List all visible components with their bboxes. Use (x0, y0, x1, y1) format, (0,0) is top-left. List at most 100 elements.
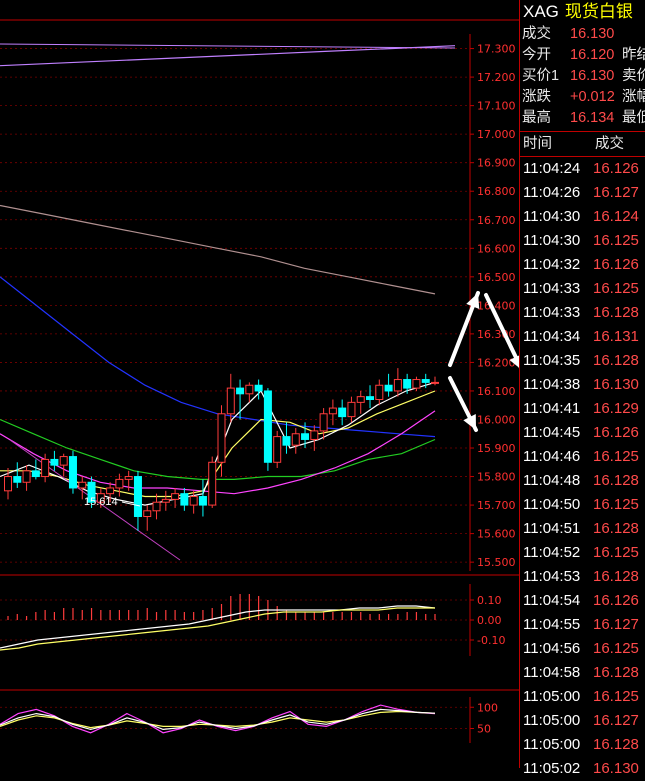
trade-price: 16.127 (593, 712, 639, 729)
trade-price: 16.125 (593, 232, 639, 249)
y-tick-label: 16.700 (477, 214, 516, 227)
candle-body (393, 379, 402, 392)
trade-row: 11:04:32 16.126 (520, 253, 645, 277)
trade-row: 11:04:33 16.128 (520, 301, 645, 325)
candle-body (263, 390, 272, 463)
trade-time: 11:04:55 (523, 616, 581, 633)
candle-body (421, 379, 430, 383)
trade-row: 11:04:41 16.129 (520, 397, 645, 421)
trade-price: 16.125 (593, 448, 639, 465)
quote-extra-label: 涨幅 (622, 89, 645, 105)
trade-price: 16.128 (593, 568, 639, 585)
trades-header-time: 时间 (523, 136, 552, 152)
trade-price: 16.126 (593, 424, 639, 441)
trade-time: 11:04:56 (523, 640, 581, 657)
trade-price: 16.126 (593, 592, 639, 609)
y-tick-label: 0.10 (477, 594, 502, 607)
quote-row: 成交 16.130 (520, 24, 645, 45)
instrument-name: 现货白银 (564, 2, 633, 21)
trade-row: 11:04:55 16.127 (520, 613, 645, 637)
trade-row: 11:04:30 16.124 (520, 205, 645, 229)
y-tick-label: 15.700 (477, 499, 516, 512)
trade-price: 16.128 (593, 304, 639, 321)
candle-body (152, 501, 161, 512)
trade-price: 16.130 (593, 376, 639, 393)
trade-time: 11:04:24 (523, 160, 581, 177)
quote-row: 买价1 16.130 卖价 (520, 66, 645, 87)
price-chart[interactable]: 17.300 17.200 17.100 17.000 16.900 16.800 16.7… (0, 0, 519, 768)
trade-price: 16.126 (593, 160, 639, 177)
y-tick-label: 15.600 (477, 528, 516, 541)
trade-time: 11:04:51 (523, 520, 581, 537)
trade-row: 11:04:50 16.125 (520, 493, 645, 517)
quote-extra-label: 昨结 (622, 47, 645, 63)
trades-list[interactable]: 11:04:24 16.126 11:04:26 16.127 11:04:30 16.1… (520, 157, 645, 781)
y-tick-label: 16.900 (477, 157, 516, 170)
trade-time: 11:04:26 (523, 184, 581, 201)
candle-body (273, 436, 282, 463)
candle-body (291, 433, 300, 446)
candle-body (431, 381, 439, 384)
candle-body (4, 476, 12, 492)
y-tick-label: 50 (477, 723, 491, 736)
trade-time: 11:04:33 (523, 304, 581, 321)
trade-time: 11:04:58 (523, 664, 581, 681)
candle-body (403, 379, 412, 389)
reference-line (0, 43, 456, 49)
trade-time: 11:04:45 (523, 424, 581, 441)
y-tick-label: 15.800 (477, 471, 516, 484)
trade-price: 16.128 (593, 736, 639, 753)
candle-body (124, 476, 133, 480)
trade-time: 11:04:50 (523, 496, 581, 513)
trade-row: 11:05:00 16.128 (520, 733, 645, 757)
quote-label: 买价1 (522, 68, 560, 84)
low-price-annotation: 15.614 (84, 496, 118, 508)
trade-time: 11:04:33 (523, 280, 581, 297)
trade-row: 11:05:00 16.125 (520, 685, 645, 709)
trade-price: 16.125 (593, 496, 639, 513)
quote-value: 16.130 (570, 68, 615, 84)
trade-time: 11:04:34 (523, 328, 581, 345)
candle-body (301, 433, 310, 440)
y-tick-label: 17.100 (477, 100, 516, 113)
candle-body (189, 496, 198, 506)
trade-time: 11:05:00 (523, 736, 581, 753)
candle-body (328, 407, 337, 415)
candle-body (236, 387, 245, 395)
candle-body (254, 384, 263, 392)
quote-label: 最高 (522, 110, 551, 126)
candle-body (78, 481, 87, 489)
candle-body (245, 384, 254, 395)
candle-body (106, 487, 115, 495)
y-tick-label: 15.900 (477, 442, 516, 455)
trade-price: 16.128 (593, 520, 639, 537)
candle-body (338, 407, 347, 418)
trade-row: 11:04:46 16.125 (520, 445, 645, 469)
trades-header: 时间 成交 (520, 131, 645, 157)
candle-body (50, 458, 59, 466)
y-tick-label: 17.000 (477, 128, 516, 141)
trade-time: 11:04:32 (523, 256, 581, 273)
y-tick-label: 16.500 (477, 271, 516, 284)
trade-row: 11:04:51 16.128 (520, 517, 645, 541)
trade-row: 11:04:26 16.127 (520, 181, 645, 205)
trade-row: 11:04:58 16.128 (520, 661, 645, 685)
trade-row: 11:04:54 16.126 (520, 589, 645, 613)
candle-body (384, 384, 393, 392)
instrument-code: XAG (523, 2, 559, 21)
candle-body (319, 413, 328, 432)
candle-body (143, 510, 152, 517)
trade-time: 11:05:00 (523, 712, 581, 729)
candle-body (366, 396, 375, 401)
candle-body (133, 476, 142, 517)
trade-price: 16.129 (593, 400, 639, 417)
candle-body (310, 430, 319, 440)
trade-price: 16.127 (593, 184, 639, 201)
macd-panel: 0.10 0.00 -0.10 (0, 584, 519, 691)
trade-row: 11:04:34 16.131 (520, 325, 645, 349)
candle-body (22, 470, 31, 483)
quote-label: 涨跌 (522, 89, 551, 105)
quote-label: 今开 (522, 47, 551, 63)
candle-body (41, 458, 50, 478)
candle-body (226, 387, 235, 415)
